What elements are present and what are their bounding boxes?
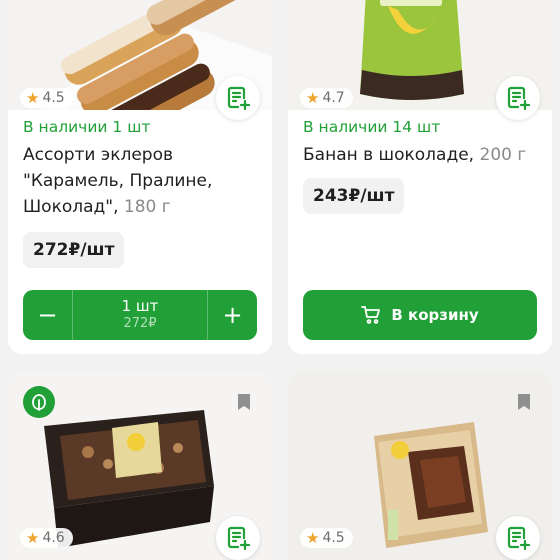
product-card-eclairs[interactable]: ★ 4.5 В наличии 1 шт Ассорти эклеров "Ка… [8, 0, 272, 354]
star-icon: ★ [26, 88, 40, 107]
star-icon: ★ [26, 528, 40, 547]
rating-badge: ★ 4.7 [300, 88, 353, 108]
add-to-cart-button[interactable]: В корзину [303, 290, 537, 340]
rating-value: 4.5 [42, 90, 65, 106]
increase-button[interactable]: + [208, 290, 257, 340]
add-to-list-button[interactable] [216, 516, 260, 560]
product-weight: 180 г [123, 197, 171, 217]
rating-badge: ★ 4.6 [20, 528, 73, 548]
star-icon: ★ [306, 528, 320, 547]
rating-value: 4.7 [322, 90, 345, 106]
eco-badge [23, 386, 55, 418]
product-title[interactable]: Ассорти эклеров "Карамель, Пралине, Шоко… [23, 142, 263, 220]
add-to-list-icon [227, 86, 251, 111]
rating-badge: ★ 4.5 [300, 528, 353, 548]
product-weight: 200 г [479, 145, 527, 165]
stock-status: В наличии 14 шт [303, 118, 441, 136]
add-to-list-icon [507, 86, 531, 111]
leaf-icon [32, 394, 46, 411]
bookmark-button[interactable] [238, 394, 250, 414]
rating-value: 4.6 [42, 530, 65, 546]
quantity-sum: 272₽ [123, 316, 157, 331]
add-to-cart-label: В корзину [391, 306, 479, 324]
cart-icon [361, 306, 381, 324]
add-to-list-button[interactable] [216, 76, 260, 120]
price-tag: 243₽/шт [303, 178, 405, 214]
product-card-banana[interactable]: ★ 4.7 В наличии 14 шт Банан в шоколаде, … [288, 0, 552, 354]
rating-value: 4.5 [322, 530, 345, 546]
product-card-snack-pack[interactable]: ★ 4.5 [288, 372, 552, 560]
bookmark-icon [238, 394, 250, 410]
add-to-list-button[interactable] [496, 76, 540, 120]
rating-badge: ★ 4.5 [20, 88, 73, 108]
add-to-list-button[interactable] [496, 516, 540, 560]
bookmark-icon [518, 394, 530, 410]
product-card-cake-tray[interactable]: ★ 4.6 [8, 372, 272, 560]
price-tag: 272₽/шт [23, 232, 125, 268]
quantity-value: 1 шт [121, 297, 159, 315]
stock-status: В наличии 1 шт [23, 118, 151, 136]
add-to-list-icon [227, 526, 251, 551]
bookmark-button[interactable] [518, 394, 530, 414]
star-icon: ★ [306, 88, 320, 107]
decrease-button[interactable]: − [23, 290, 72, 340]
product-title[interactable]: Банан в шоколаде, 200 г [303, 142, 543, 168]
quantity-display[interactable]: 1 шт 272₽ [72, 290, 208, 340]
quantity-stepper: − 1 шт 272₽ + [23, 290, 257, 340]
add-to-list-icon [507, 526, 531, 551]
